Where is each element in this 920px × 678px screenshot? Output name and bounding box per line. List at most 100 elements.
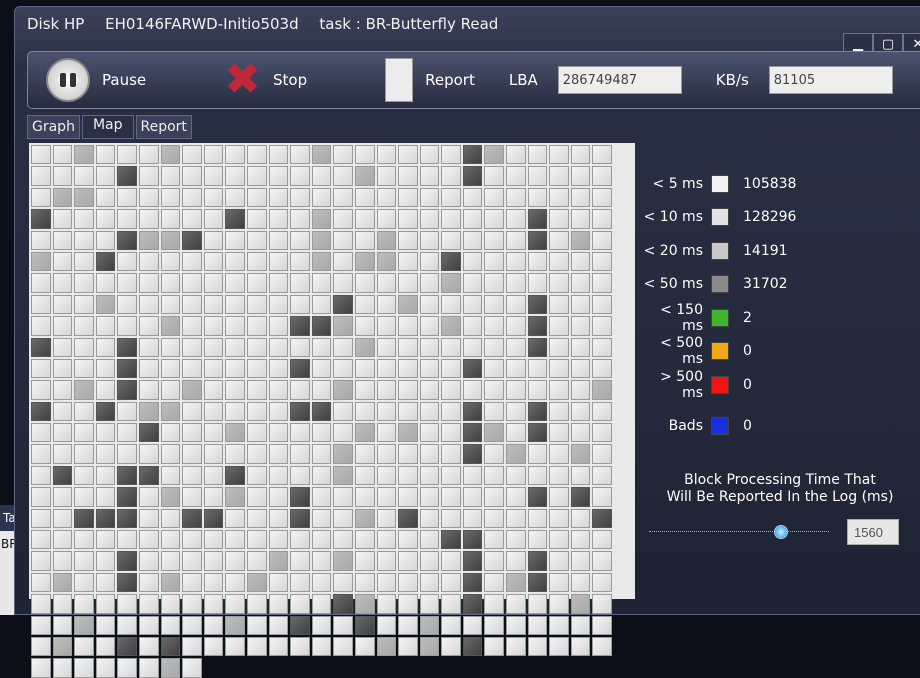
map-block	[570, 294, 591, 315]
map-block	[419, 187, 440, 208]
threshold-value-field[interactable]	[847, 519, 899, 545]
tab-report[interactable]: Report	[135, 115, 192, 139]
map-block	[398, 465, 418, 486]
map-block	[225, 273, 245, 293]
map-block	[506, 615, 526, 635]
map-block	[95, 380, 116, 400]
map-block	[74, 465, 94, 486]
legend-label: > 500 ms	[660, 368, 703, 401]
map-block	[506, 444, 526, 464]
map-block	[311, 145, 332, 165]
legend-row: < 500 ms 0	[641, 335, 920, 369]
map-block	[138, 337, 159, 357]
map-block	[311, 401, 332, 422]
map-block	[138, 273, 159, 293]
map-block	[268, 294, 289, 315]
map-block	[527, 358, 548, 379]
map-block	[203, 465, 224, 486]
toolbar: Pause ✖ Stop Report LBA KB/s	[27, 51, 920, 109]
map-block	[95, 572, 116, 593]
map-block	[376, 551, 397, 571]
caption-line-1: Block Processing Time That	[684, 472, 876, 488]
map-block	[441, 594, 461, 614]
legend-count: 0	[743, 418, 752, 435]
map-block	[462, 337, 483, 357]
map-block	[290, 209, 310, 229]
map-block	[527, 209, 548, 229]
map-block	[462, 636, 483, 657]
map-block	[74, 508, 94, 529]
pause-button[interactable]: Pause	[46, 58, 146, 102]
speed-field[interactable]	[768, 66, 893, 94]
map-block	[95, 594, 116, 614]
stop-button[interactable]: ✖ Stop	[164, 58, 307, 102]
map-block	[225, 615, 245, 635]
map-block	[52, 316, 73, 336]
map-block	[182, 615, 202, 635]
map-block	[95, 401, 116, 422]
map-block	[74, 572, 94, 593]
map-block	[203, 273, 224, 293]
map-block	[268, 380, 289, 400]
map-block	[506, 551, 526, 571]
map-block	[592, 251, 613, 272]
map-block	[52, 358, 73, 379]
map-block	[333, 166, 353, 186]
map-block	[354, 594, 375, 614]
map-block	[527, 465, 548, 486]
legend-count: 0	[743, 376, 752, 393]
map-block	[117, 401, 137, 422]
map-block	[484, 166, 505, 186]
map-block	[246, 423, 267, 443]
map-block	[290, 187, 310, 208]
map-block	[462, 508, 483, 529]
map-block	[376, 316, 397, 336]
pause-label: Pause	[102, 71, 147, 89]
map-block	[527, 487, 548, 507]
map-block	[138, 487, 159, 507]
slider-thumb[interactable]	[773, 525, 788, 539]
map-block	[182, 594, 202, 614]
map-block	[570, 444, 591, 464]
pause-icon	[46, 58, 90, 102]
map-block	[333, 487, 353, 507]
tab-map[interactable]: Map	[81, 115, 134, 139]
map-block	[290, 358, 310, 379]
map-block	[333, 187, 353, 208]
map-block	[290, 337, 310, 357]
map-block	[311, 423, 332, 443]
map-block	[31, 316, 51, 336]
map-block	[354, 209, 375, 229]
map-block	[31, 337, 51, 357]
map-block	[419, 465, 440, 486]
map-block	[290, 508, 310, 529]
map-block	[549, 615, 569, 635]
legend-swatch	[711, 308, 729, 327]
map-block	[268, 530, 289, 550]
map-block	[333, 594, 353, 614]
map-block	[398, 530, 418, 550]
map-block	[182, 380, 202, 400]
map-block	[333, 209, 353, 229]
map-block	[182, 209, 202, 229]
map-block	[462, 251, 483, 272]
map-block	[354, 273, 375, 293]
map-block	[506, 251, 526, 272]
report-button[interactable]: Report	[325, 58, 475, 102]
map-block	[182, 294, 202, 315]
map-block	[398, 572, 418, 593]
map-block	[398, 251, 418, 272]
map-block	[376, 166, 397, 186]
map-block	[225, 209, 245, 229]
map-block	[31, 465, 51, 486]
tab-graph[interactable]: Graph	[27, 115, 80, 139]
map-block	[52, 423, 73, 443]
threshold-slider[interactable]	[649, 523, 829, 543]
map-block	[95, 251, 116, 272]
map-block	[52, 273, 73, 293]
lba-field[interactable]	[557, 66, 682, 94]
map-block	[592, 209, 613, 229]
map-block	[268, 166, 289, 186]
map-block	[506, 380, 526, 400]
map-block	[31, 273, 51, 293]
